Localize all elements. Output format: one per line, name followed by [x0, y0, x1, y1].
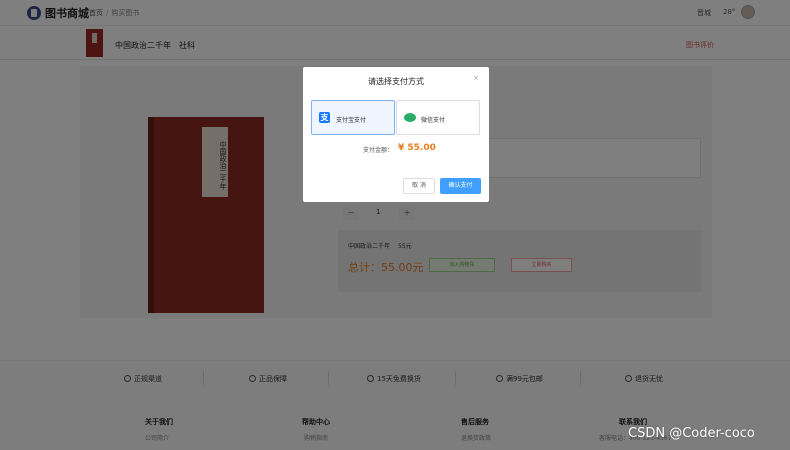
payment-dialog: 请选择支付方式 × 支 支付宝支付 微信支付 支付金额： ¥ 55.00 取 消… [303, 67, 489, 202]
alipay-label: 支付宝支付 [336, 117, 367, 124]
wechat-pay-option[interactable]: 微信支付 [396, 100, 480, 135]
wechat-icon [404, 113, 416, 122]
wechat-pay-label: 微信支付 [421, 117, 446, 124]
confirm-pay-button[interactable]: 确认支付 [440, 178, 481, 194]
dialog-title: 请选择支付方式 [368, 77, 424, 86]
amount-label: 支付金额： [363, 147, 394, 154]
close-icon[interactable]: × [473, 74, 479, 82]
amount-value: ¥ 55.00 [398, 143, 436, 153]
watermark: CSDN @Coder-coco [628, 426, 755, 441]
alipay-icon: 支 [319, 112, 330, 123]
alipay-option[interactable]: 支 支付宝支付 [311, 100, 395, 135]
cancel-button[interactable]: 取 消 [403, 178, 435, 194]
